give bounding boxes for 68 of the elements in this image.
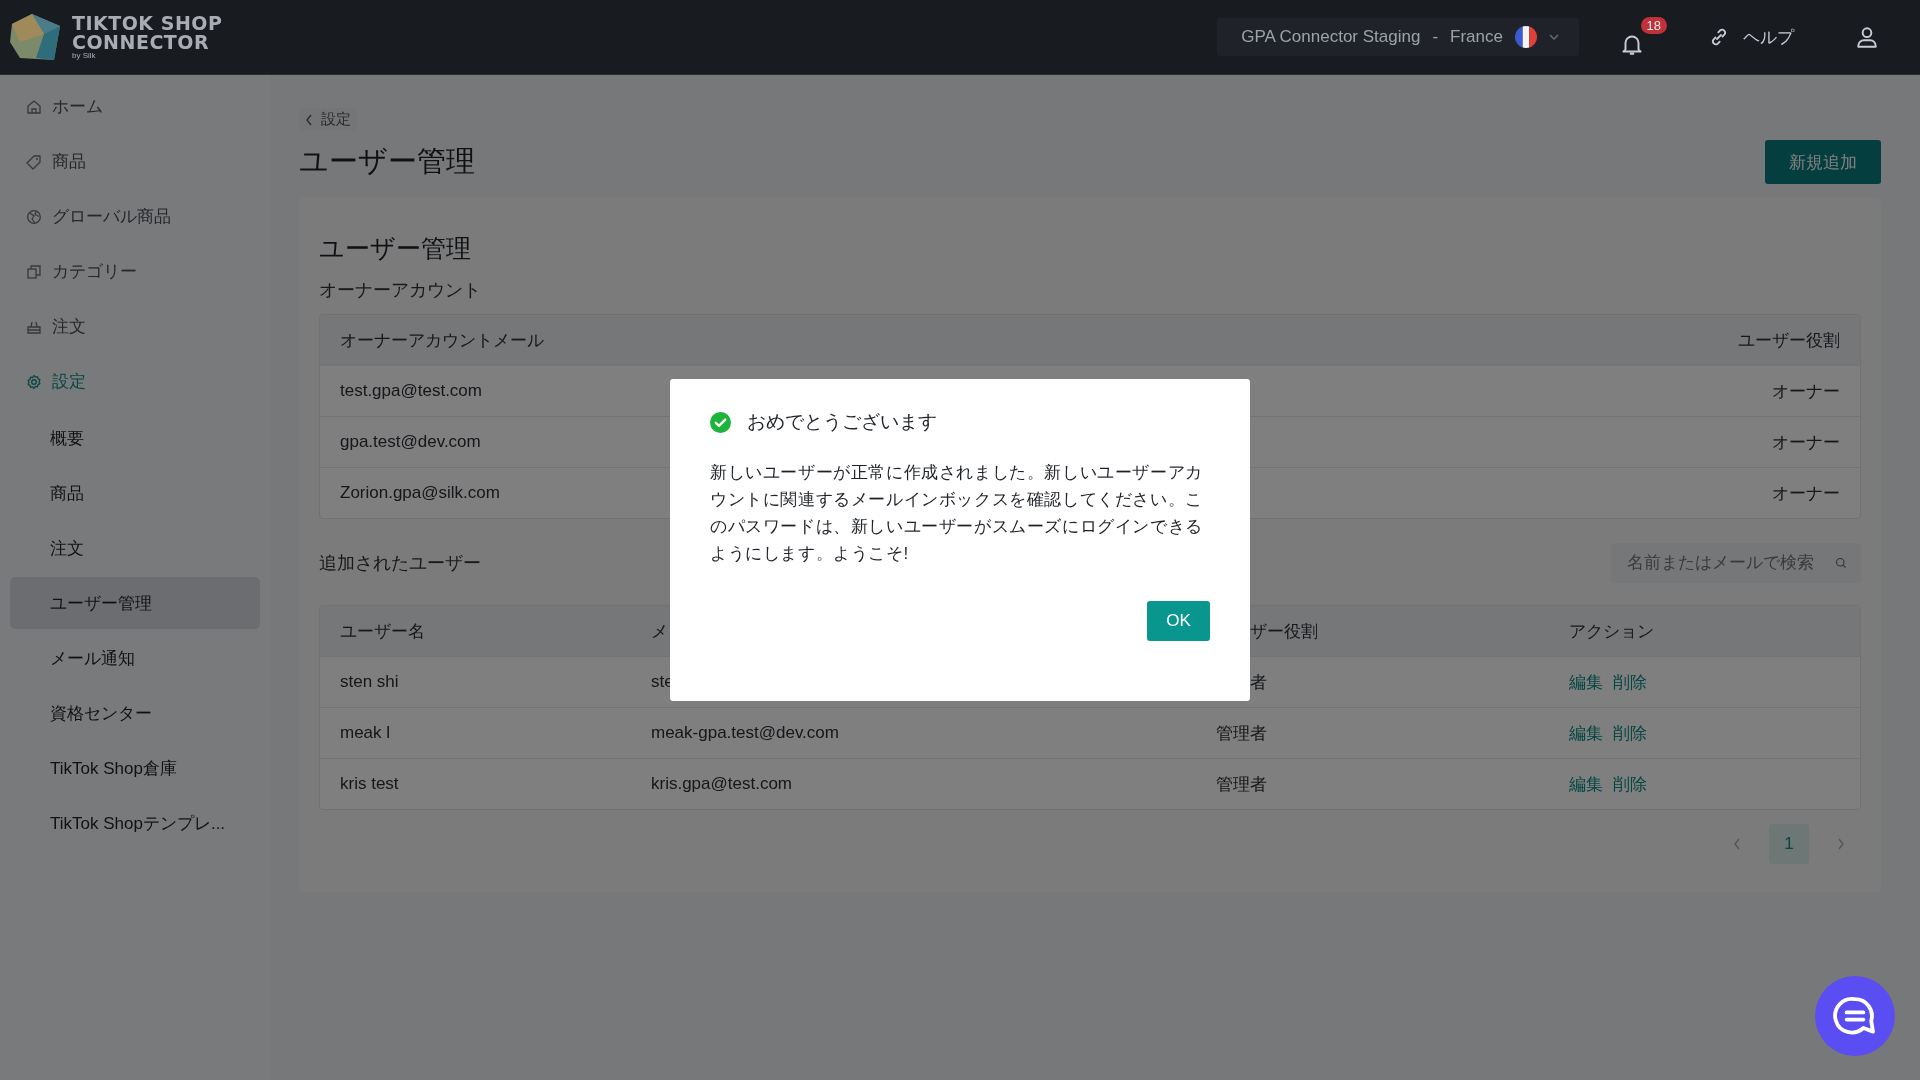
user-button[interactable]	[1854, 24, 1880, 50]
sidebar-item[interactable]: 商品	[0, 134, 270, 189]
search-field[interactable]: 名前またはメールで検索	[1611, 543, 1861, 583]
sidebar-item[interactable]: カテゴリー	[0, 244, 270, 299]
table-cell: kris.gpa@test.com	[651, 774, 793, 794]
sidebar-item[interactable]: 設定	[0, 354, 270, 409]
sidebar-item[interactable]: グローバル商品	[0, 189, 270, 244]
globe-icon	[26, 208, 42, 225]
notifications-button[interactable]: 18	[1619, 17, 1667, 57]
column-header: オーナーアカウントメール	[340, 329, 544, 352]
edit-link[interactable]: 編集	[1569, 721, 1603, 745]
dialog-message: 新しいユーザーが正常に作成されました。新しいユーザーアカウントに関連するメールインボックスを確認してください。このパスワードは、新しいユーザーがスムーズにログインできるようにします。ようこそ!	[710, 462, 1204, 565]
card-title: ユーザー管理	[319, 233, 472, 264]
table-cell-text: 者	[1249, 671, 1267, 694]
table-cell-text: 管理者	[1216, 722, 1267, 745]
table-cell: gpa.test@dev.com	[340, 432, 481, 452]
sidebar-item[interactable]: 注文	[0, 299, 270, 354]
add-button[interactable]: 新規追加	[1765, 140, 1881, 184]
table-cell-text: オーナー	[1772, 431, 1840, 454]
column-header: ユーザー役割	[1738, 329, 1840, 352]
delete-link[interactable]: 削除	[1613, 721, 1647, 745]
section-title: オーナーアカウント	[319, 279, 482, 302]
table-cell: meak-gpa.test@dev.com	[651, 723, 839, 743]
table-cell: Zorion.gpa@silk.com	[340, 483, 500, 503]
table-cell-text: オーナー	[1772, 380, 1840, 403]
sidebar-subitem[interactable]: 資格センター	[10, 687, 260, 739]
section-title: 追加されたユーザー	[319, 552, 481, 575]
tag-icon	[26, 153, 42, 170]
edit-link[interactable]: 編集	[1569, 772, 1603, 796]
user-icon	[1854, 24, 1880, 50]
delete-link[interactable]: 削除	[1613, 670, 1647, 694]
help-link[interactable]: ヘルプ	[1707, 25, 1794, 49]
sidebar-subitem[interactable]: 概要	[10, 412, 260, 464]
edit-link[interactable]: 編集	[1569, 670, 1603, 694]
column-header: アクション	[1569, 620, 1654, 643]
delete-link[interactable]: 削除	[1613, 772, 1647, 796]
sidebar-subitem[interactable]: TikTok Shopテンプレ...	[10, 797, 260, 849]
sidebar-subitem[interactable]: TikTok Shop倉庫	[10, 742, 260, 794]
table-cell: kris test	[340, 774, 399, 794]
page-title: ユーザー管理	[299, 144, 475, 179]
sidebar-subitem[interactable]: メール通知	[10, 632, 260, 684]
sidebar-subitem[interactable]: 商品	[10, 467, 260, 519]
sidebar-subitem[interactable]: ユーザー管理	[10, 577, 260, 629]
logo-tagline: by Silk	[72, 52, 97, 60]
table-cell: test.gpa@test.com	[340, 381, 482, 401]
flag-icon	[1515, 26, 1537, 48]
sidebar-subitem[interactable]: 注文	[10, 522, 260, 574]
table-cell-text: オーナー	[1772, 482, 1840, 505]
table-cell: sten shi	[340, 672, 399, 692]
check-circle-icon	[710, 411, 731, 433]
table-cell: meak l	[340, 723, 391, 743]
ok-button[interactable]: OK	[1147, 601, 1210, 641]
copy-icon	[26, 263, 42, 280]
dialog-title: おめでとうございます	[747, 410, 937, 434]
notification-badge: 18	[1640, 17, 1667, 34]
settings-icon	[26, 373, 42, 390]
logo-text: TIKTOK SHOP	[72, 14, 223, 33]
page-button[interactable]: 1	[1769, 824, 1809, 864]
column-header: ザー役割	[1249, 620, 1318, 643]
column-header: ユーザー名	[340, 620, 425, 643]
store-selector[interactable]: GPA Connector Staging - France	[1217, 18, 1579, 56]
caret-icon	[1549, 34, 1559, 40]
home-icon	[26, 98, 42, 115]
table-cell-text: 管理者	[1216, 773, 1267, 796]
sidebar-item[interactable]: ホーム	[0, 79, 270, 134]
logo-text: CONNECTOR	[72, 33, 211, 52]
chevron-left-icon	[305, 113, 313, 126]
column-header: メ	[651, 620, 668, 643]
